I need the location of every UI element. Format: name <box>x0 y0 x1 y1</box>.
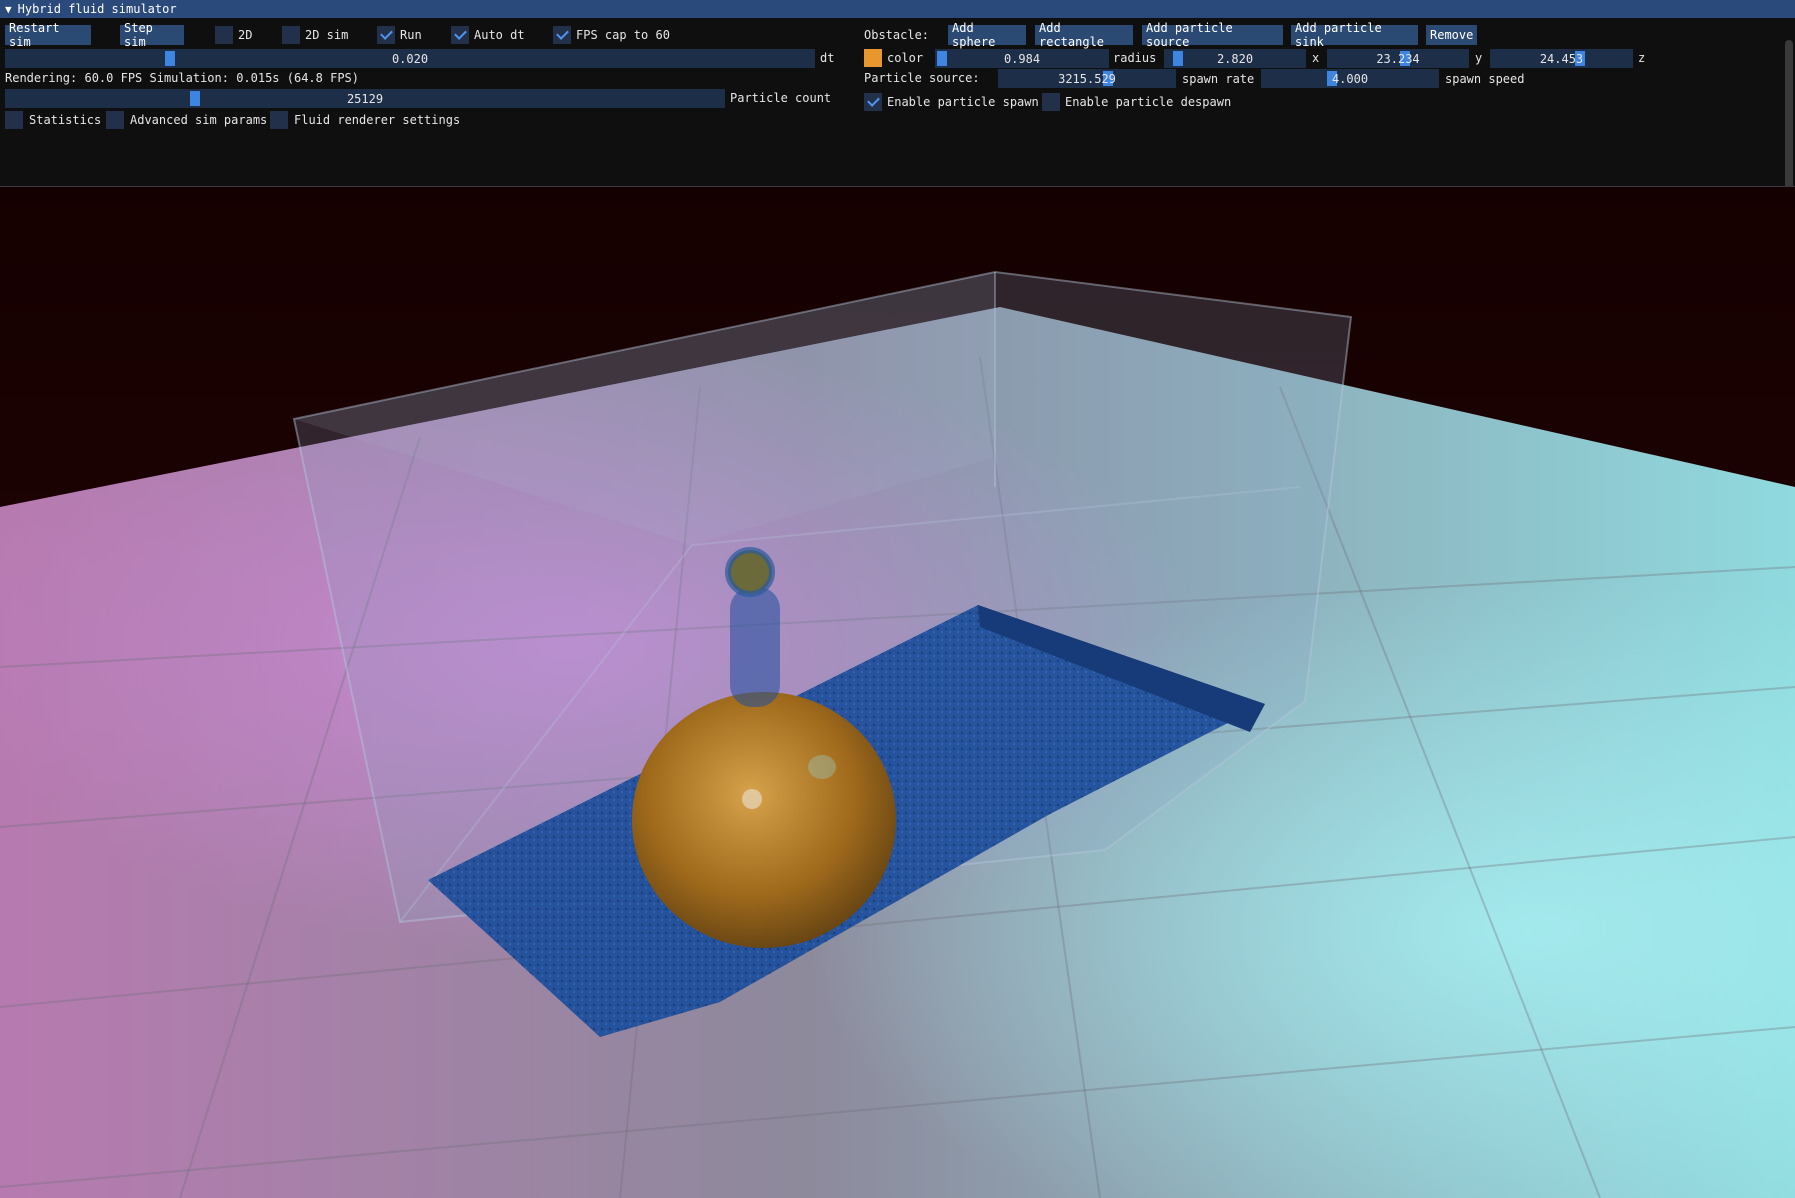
add-particle-sink-button[interactable]: Add particle sink <box>1291 21 1418 49</box>
checkbox-run-label: Run <box>400 28 422 42</box>
checkbox-fps-cap[interactable] <box>553 26 571 44</box>
checkbox-2d-label: 2D <box>238 28 253 42</box>
panel-scrollbar[interactable] <box>1785 40 1793 198</box>
control-panel: Restart sim Step sim 2D 2D sim Run Auto … <box>0 18 1795 198</box>
obstacle-radius-label: radius <box>1113 51 1157 65</box>
window-title-bar[interactable]: ▼ Hybrid fluid simulator <box>0 0 1795 18</box>
scene-render <box>0 187 1795 1198</box>
window-title: Hybrid fluid simulator <box>17 2 177 16</box>
triangle-down-icon[interactable]: ▼ <box>5 3 12 16</box>
particle-source-sphere <box>725 547 775 597</box>
obstacle-z-value: 24.453 <box>1539 51 1584 66</box>
checkbox-fps-cap-label: FPS cap to 60 <box>576 28 670 42</box>
obstacle-x-value: 2.820 <box>1216 51 1254 66</box>
obstacle-y-label: y <box>1475 51 1483 65</box>
add-rectangle-button[interactable]: Add rectangle <box>1035 21 1133 49</box>
spawn-rate-value: 3215.529 <box>1058 71 1116 86</box>
checkbox-enable-particle-despawn[interactable] <box>1042 93 1060 111</box>
obstacle-x-slider[interactable]: 2.820 <box>1164 49 1306 68</box>
checkbox-2d-sim-label: 2D sim <box>305 28 349 42</box>
particle-source-label: Particle source: <box>864 71 980 85</box>
checkbox-2d[interactable] <box>215 26 233 44</box>
obstacle-z-label: z <box>1638 51 1646 65</box>
obstacle-sphere <box>632 692 896 948</box>
spawn-speed-slider[interactable]: 4.000 <box>1261 69 1439 88</box>
add-particle-source-button[interactable]: Add particle source <box>1142 21 1283 49</box>
obstacle-y-slider[interactable]: 23.234 <box>1327 49 1469 68</box>
particle-count-label: Particle count <box>730 91 832 105</box>
checkbox-fluid-renderer-settings[interactable] <box>270 111 288 129</box>
status-text: Rendering: 60.0 FPS Simulation: 0.015s (… <box>5 71 360 85</box>
checkbox-statistics[interactable] <box>5 111 23 129</box>
checkbox-advanced-sim-params-label: Advanced sim params <box>130 113 268 127</box>
checkbox-enable-particle-despawn-label: Enable particle despawn <box>1065 95 1232 109</box>
particle-count-value: 25129 <box>346 91 384 106</box>
3d-viewport[interactable] <box>0 187 1795 1198</box>
checkbox-auto-dt-label: Auto dt <box>474 28 525 42</box>
obstacle-radius-slider[interactable]: 0.984 <box>935 49 1109 68</box>
dt-slider[interactable]: 0.020 <box>5 49 815 68</box>
checkbox-run[interactable] <box>377 26 395 44</box>
spawn-rate-slider[interactable]: 3215.529 <box>998 69 1176 88</box>
obstacle-z-slider[interactable]: 24.453 <box>1490 49 1633 68</box>
checkbox-advanced-sim-params[interactable] <box>106 111 124 129</box>
checkbox-auto-dt[interactable] <box>451 26 469 44</box>
obstacle-color-swatch[interactable] <box>864 49 882 67</box>
checkbox-enable-particle-spawn[interactable] <box>864 93 882 111</box>
particle-count-slider[interactable]: 25129 <box>5 89 725 108</box>
obstacle-label: Obstacle: <box>864 28 930 42</box>
spawn-rate-label: spawn rate <box>1182 72 1255 86</box>
obstacle-y-value: 23.234 <box>1376 51 1420 66</box>
restart-sim-button[interactable]: Restart sim <box>5 21 91 49</box>
checkbox-enable-particle-spawn-label: Enable particle spawn <box>887 95 1039 109</box>
remove-button[interactable]: Remove <box>1426 25 1477 45</box>
obstacle-color-label: color <box>887 51 924 65</box>
dt-label: dt <box>820 51 835 65</box>
step-sim-button[interactable]: Step sim <box>120 21 184 49</box>
spawn-speed-label: spawn speed <box>1445 72 1525 86</box>
obstacle-x-label: x <box>1312 51 1320 65</box>
fluid-jet <box>730 587 780 707</box>
obstacle-radius-value: 0.984 <box>1003 51 1041 66</box>
add-sphere-button[interactable]: Add sphere <box>948 21 1026 49</box>
checkbox-statistics-label: Statistics <box>29 113 102 127</box>
checkbox-2d-sim[interactable] <box>282 26 300 44</box>
spawn-speed-value: 4.000 <box>1331 71 1369 86</box>
checkbox-fluid-renderer-settings-label: Fluid renderer settings <box>294 113 461 127</box>
dt-value: 0.020 <box>391 51 429 66</box>
